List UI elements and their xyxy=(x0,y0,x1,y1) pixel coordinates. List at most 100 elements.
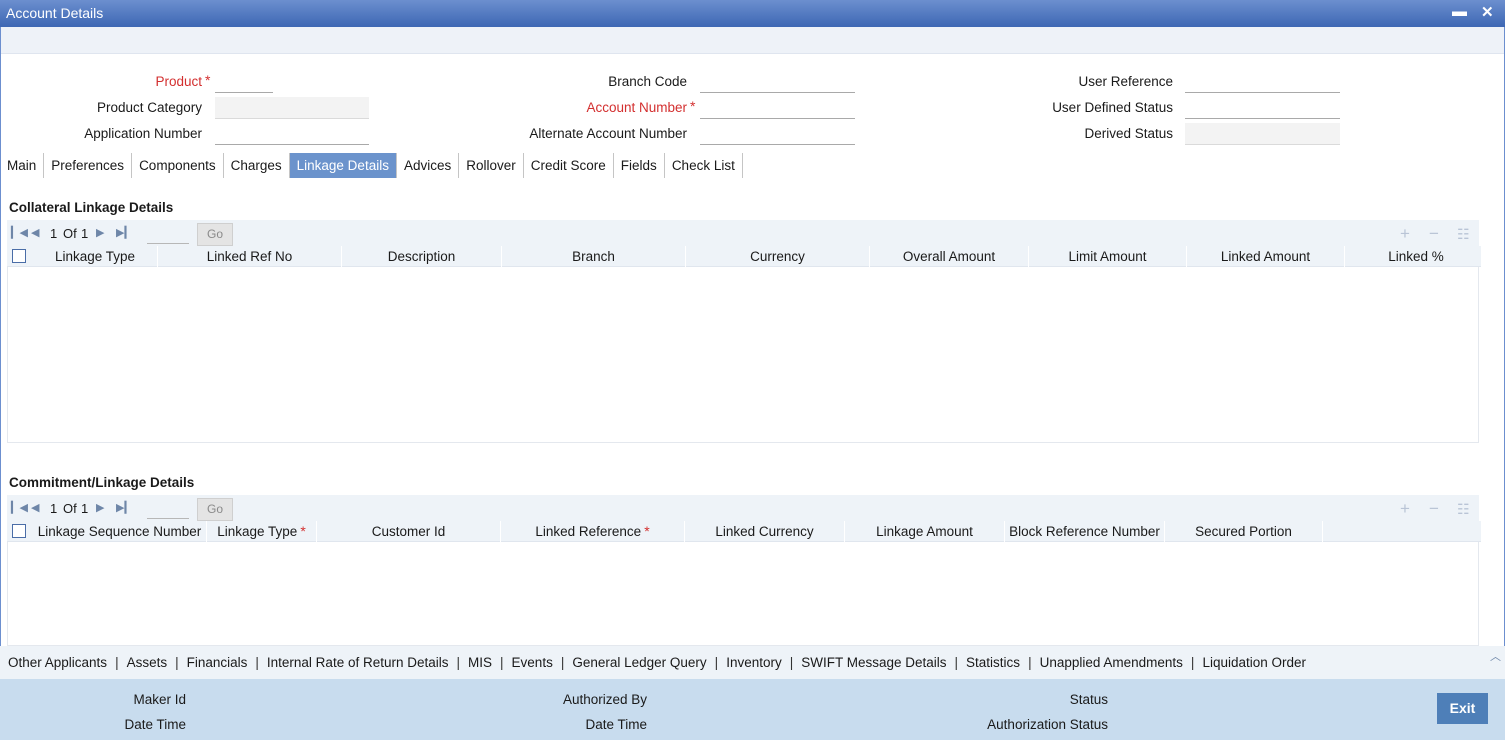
tab-charges[interactable]: Charges xyxy=(224,153,290,178)
tab-credit-score[interactable]: Credit Score xyxy=(524,153,614,178)
column-header[interactable]: Linked Amount xyxy=(1187,246,1345,267)
commitment-grid-body xyxy=(7,542,1479,646)
column-header-label: Linkage Type xyxy=(217,524,298,539)
window-titlebar: Account Details ▬ ✕ xyxy=(0,0,1505,27)
single-view-icon[interactable]: ☷ xyxy=(1457,226,1470,243)
commitment-grid-header: Linkage Sequence Number Linkage Type * Cu… xyxy=(7,521,1481,542)
tab-fields[interactable]: Fields xyxy=(614,153,665,178)
link-unapplied-amendments[interactable]: Unapplied Amendments xyxy=(1032,655,1191,670)
status-label: Status xyxy=(1069,692,1108,707)
account-number-required-marker: * xyxy=(690,98,696,114)
link-liquidation-order[interactable]: Liquidation Order xyxy=(1194,655,1314,670)
column-header[interactable]: Branch xyxy=(502,246,686,267)
tab-main[interactable]: Main xyxy=(0,153,45,178)
delete-row-icon[interactable]: − xyxy=(1429,499,1439,519)
first-page-icon[interactable]: ▎◀ xyxy=(11,226,28,239)
column-header[interactable]: Linkage Amount xyxy=(845,521,1005,542)
column-header[interactable]: Linkage Type xyxy=(33,246,158,267)
add-row-icon[interactable]: + xyxy=(1400,224,1410,244)
column-header[interactable]: Linkage Sequence Number xyxy=(33,521,207,542)
tab-bar: Main Preferences Components Charges Link… xyxy=(0,153,743,178)
link-statistics[interactable]: Statistics xyxy=(958,655,1028,670)
application-number-label: Application Number xyxy=(84,126,202,141)
collateral-grid-body xyxy=(7,267,1479,443)
last-page-icon[interactable]: ▶▎ xyxy=(116,501,133,514)
add-row-icon[interactable]: + xyxy=(1400,499,1410,519)
column-header-label: Linked Reference xyxy=(535,524,642,539)
next-page-icon[interactable]: ▶ xyxy=(96,226,104,239)
tab-advices[interactable]: Advices xyxy=(397,153,460,178)
link-inventory[interactable]: Inventory xyxy=(718,655,790,670)
next-page-icon[interactable]: ▶ xyxy=(96,501,104,514)
audit-footer: Maker Id Date Time Authorized By Date Ti… xyxy=(0,679,1505,740)
product-required-marker: * xyxy=(205,72,211,88)
toolbar-band xyxy=(1,27,1504,54)
column-header[interactable]: Linkage Type * xyxy=(207,521,317,542)
column-header[interactable]: Linked Currency xyxy=(685,521,845,542)
column-header[interactable]: Limit Amount xyxy=(1029,246,1187,267)
link-swift-message-details[interactable]: SWIFT Message Details xyxy=(793,655,954,670)
go-button[interactable]: Go xyxy=(197,498,233,521)
column-header[interactable]: Linked Ref No xyxy=(158,246,342,267)
prev-page-icon[interactable]: ◀ xyxy=(31,501,39,514)
link-assets[interactable]: Assets xyxy=(119,655,176,670)
pager-current: 1 xyxy=(50,226,58,241)
prev-page-icon[interactable]: ◀ xyxy=(31,226,39,239)
first-page-icon[interactable]: ▎◀ xyxy=(11,501,28,514)
link-events[interactable]: Events xyxy=(504,655,561,670)
link-mis[interactable]: MIS xyxy=(460,655,500,670)
pager-total: 1 xyxy=(81,226,89,241)
user-reference-field[interactable] xyxy=(1185,71,1340,93)
column-header[interactable]: Secured Portion xyxy=(1165,521,1323,542)
collateral-grid-header: Linkage Type Linked Ref No Description B… xyxy=(7,246,1488,267)
last-page-icon[interactable]: ▶▎ xyxy=(116,226,133,239)
branch-code-label: Branch Code xyxy=(608,74,687,89)
user-defined-status-field[interactable] xyxy=(1185,97,1340,119)
go-button[interactable]: Go xyxy=(197,223,233,246)
column-header[interactable]: Linked Reference * xyxy=(501,521,685,542)
close-icon[interactable]: ✕ xyxy=(1481,3,1494,21)
required-marker: * xyxy=(300,523,306,539)
alternate-account-number-field[interactable] xyxy=(700,123,855,145)
authorization-status-label: Authorization Status xyxy=(987,717,1108,732)
pager-current: 1 xyxy=(50,501,58,516)
column-header[interactable]: Description xyxy=(342,246,502,267)
derived-status-field xyxy=(1185,123,1340,145)
checker-date-time-label: Date Time xyxy=(585,717,647,732)
pager-page-input[interactable] xyxy=(147,499,189,519)
link-internal-rate-of-return[interactable]: Internal Rate of Return Details xyxy=(259,655,457,670)
commitment-section-title: Commitment/Linkage Details xyxy=(9,475,195,490)
tab-rollover[interactable]: Rollover xyxy=(459,153,524,178)
link-general-ledger-query[interactable]: General Ledger Query xyxy=(564,655,714,670)
tab-check-list[interactable]: Check List xyxy=(665,153,743,178)
link-financials[interactable]: Financials xyxy=(179,655,256,670)
delete-row-icon[interactable]: − xyxy=(1429,224,1439,244)
link-other-applicants[interactable]: Other Applicants xyxy=(0,655,115,670)
select-all-checkbox[interactable] xyxy=(12,524,26,538)
account-number-label: Account Number xyxy=(586,100,687,115)
account-number-field[interactable] xyxy=(700,97,855,119)
tab-preferences[interactable]: Preferences xyxy=(44,153,133,178)
exit-button[interactable]: Exit xyxy=(1437,693,1488,724)
select-all-checkbox[interactable] xyxy=(12,249,26,263)
column-header[interactable]: Currency xyxy=(686,246,870,267)
window-title: Account Details xyxy=(6,5,104,21)
product-field[interactable] xyxy=(215,71,273,93)
pager-page-input[interactable] xyxy=(147,224,189,244)
minimize-icon[interactable]: ▬ xyxy=(1452,3,1467,20)
column-header[interactable]: Customer Id xyxy=(317,521,501,542)
tab-linkage-details[interactable]: Linkage Details xyxy=(289,153,397,178)
scroll-up-icon[interactable]: ︿ xyxy=(1490,648,1501,664)
single-view-icon[interactable]: ☷ xyxy=(1457,501,1470,518)
column-header[interactable]: Linked % xyxy=(1345,246,1488,267)
derived-status-label: Derived Status xyxy=(1084,126,1173,141)
product-label: Product xyxy=(155,74,202,89)
column-header[interactable]: Block Reference Number xyxy=(1005,521,1165,542)
user-defined-status-label: User Defined Status xyxy=(1052,100,1173,115)
column-header[interactable]: Overall Amount xyxy=(870,246,1029,267)
subsystem-links-bar: Other Applicants | Assets | Financials | In… xyxy=(0,646,1505,679)
application-number-field[interactable] xyxy=(215,123,369,145)
tab-components[interactable]: Components xyxy=(132,153,224,178)
required-marker: * xyxy=(644,523,650,539)
branch-code-field[interactable] xyxy=(700,71,855,93)
